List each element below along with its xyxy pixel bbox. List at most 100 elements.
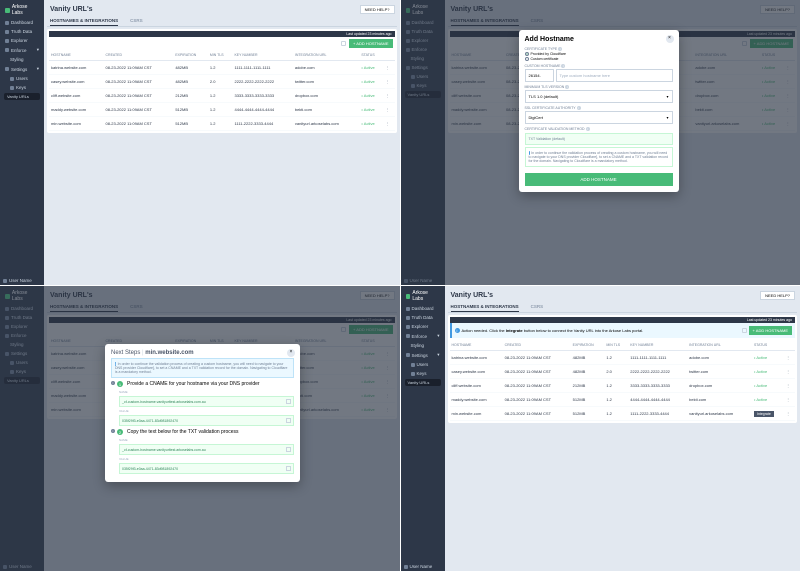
ca-label: SSL CERTIFICATE AUTHORITYi: [525, 106, 673, 110]
nav-enforce[interactable]: Enforce▾: [2, 45, 42, 55]
copy-button[interactable]: [286, 399, 291, 404]
nav-users[interactable]: Users: [2, 74, 42, 83]
hostname-prefix-input[interactable]: 26154.: [525, 69, 554, 82]
tls-label: MINIMUM TLS VERSIONi: [525, 85, 673, 89]
txt-name-box: _cf-custom-hostname.vanityurltest.arkose…: [119, 444, 294, 455]
row-menu-button[interactable]: ⋮: [383, 103, 394, 117]
table-row: maddy.website.com08-23-2022 11:09AM CST5…: [450, 393, 796, 407]
hostname-label: CUSTOM HOSTNAMEi: [525, 64, 673, 68]
row-menu-button[interactable]: ⋮: [784, 379, 795, 393]
copy-button[interactable]: [286, 418, 291, 423]
enforce-icon: [5, 48, 9, 52]
row-menu-button[interactable]: ⋮: [784, 407, 795, 421]
add-hostname-submit[interactable]: ADD HOSTNAME: [525, 173, 673, 186]
close-button[interactable]: ×: [287, 349, 295, 357]
modal-note: iIn order to continue the validation pro…: [525, 147, 673, 167]
status-badge: Active: [361, 93, 374, 98]
integrate-button[interactable]: Integrate: [754, 411, 774, 417]
row-menu-button[interactable]: ⋮: [383, 89, 394, 103]
info-icon[interactable]: i: [111, 429, 115, 433]
dashboard-icon: [5, 21, 9, 25]
info-icon[interactable]: i: [558, 47, 562, 51]
col-header: EXPIRATION: [571, 340, 605, 351]
hostnames-table: HOSTNAMECREATEDEXPIRATIONMIN TLSKEY NUMB…: [49, 50, 395, 131]
nav-keys[interactable]: Keys: [2, 83, 42, 92]
validation-value: TXT Validation (default): [525, 133, 673, 145]
status-badge: Active: [754, 369, 767, 374]
content-card: Last updated 23 minutes ago + ADD HOSTNA…: [47, 29, 397, 133]
cname-name-box: _cf-custom-hostname.vanityurltest.arkose…: [119, 396, 294, 407]
radio-icon: [525, 52, 529, 56]
key-icon: [10, 86, 14, 90]
copy-button[interactable]: [286, 447, 291, 452]
row-menu-button[interactable]: ⋮: [383, 75, 394, 89]
chevron-down-icon: ▾: [666, 115, 668, 120]
refresh-button[interactable]: [742, 328, 747, 333]
next-steps-modal: × Next Steps | min.website.com iIn order…: [105, 344, 300, 482]
close-button[interactable]: ×: [666, 35, 674, 43]
modal-title: Next Steps | min.website.com: [111, 350, 294, 356]
help-button[interactable]: NEED HELP?: [360, 5, 395, 14]
row-menu-button[interactable]: ⋮: [784, 351, 795, 365]
row-menu-button[interactable]: ⋮: [784, 365, 795, 379]
nav-explorer[interactable]: Explorer: [2, 36, 42, 45]
page-title: Vanity URL's: [47, 3, 397, 16]
col-header: EXPIRATION: [173, 50, 208, 61]
status-badge: Active: [754, 383, 767, 388]
intro-note: iIn order to continue the validation pro…: [111, 358, 294, 378]
name-label: NAME: [119, 390, 294, 394]
radio-icon: [525, 57, 529, 61]
users-icon: [10, 77, 14, 81]
nav-dashboard[interactable]: Dashboard: [2, 18, 42, 27]
action-banner: i Action needed. Click the Integrate but…: [450, 323, 796, 338]
tab-csrs[interactable]: CSRS: [130, 16, 143, 26]
modal-title: Add Hostname: [525, 36, 673, 43]
copy-button[interactable]: [286, 466, 291, 471]
status-badge: Active: [361, 65, 374, 70]
col-header: KEY NUMBER: [628, 340, 687, 351]
nav-styling[interactable]: Styling: [2, 55, 42, 64]
col-header: CREATED: [104, 50, 174, 61]
user-profile[interactable]: User Name: [3, 278, 32, 283]
col-header: MIN TLS: [604, 340, 628, 351]
tls-select[interactable]: TLS 1.0 (default)▾: [525, 90, 673, 103]
chevron-down-icon: ▾: [666, 94, 668, 99]
step-number-icon: 2: [117, 429, 123, 435]
value-label: VALUE: [119, 409, 294, 413]
radio-cloudflare[interactable]: Provided by Cloudflare: [525, 52, 673, 56]
logo: Arkose Labs: [2, 2, 42, 18]
row-menu-button[interactable]: ⋮: [383, 117, 394, 131]
avatar-icon: [3, 279, 7, 283]
step-1: i1Provide a CNAME for your hostname via …: [111, 381, 294, 387]
table-row: min.website.com08-23-2022 11:09AM CST512…: [450, 407, 796, 421]
status-badge: Active: [361, 107, 374, 112]
chevron-down-icon: ▾: [37, 66, 39, 72]
cert-type-label: CERTIFICATE TYPEi: [525, 47, 673, 51]
quadrant-steps-modal: Arkose Labs Dashboard Truth Data Explore…: [0, 286, 400, 571]
ca-select[interactable]: DigiCert▾: [525, 111, 673, 124]
col-header: HOSTNAME: [450, 340, 503, 351]
nav-settings[interactable]: Settings▾: [2, 64, 42, 74]
nav-truthdata[interactable]: Truth Data: [2, 27, 42, 36]
nav-vanity[interactable]: Vanity URLs: [4, 93, 40, 100]
info-icon: i: [455, 328, 460, 333]
col-header: STATUS: [752, 340, 784, 351]
explorer-icon: [5, 39, 9, 43]
add-hostname-button[interactable]: + ADD HOSTNAME: [349, 39, 392, 48]
table-row: casey.website.com08-23-2022 11:09AM CST4…: [49, 75, 395, 89]
col-header: INTEGRATION URL: [293, 50, 360, 61]
tab-hostnames[interactable]: HOSTNAMES & INTEGRATIONS: [50, 16, 118, 26]
validation-label: CERTIFICATE VALIDATION METHODi: [525, 127, 673, 131]
refresh-button[interactable]: [341, 41, 346, 46]
quadrant-table: Arkose Labs Dashboard Truth Data Explore…: [0, 0, 400, 285]
info-icon[interactable]: i: [111, 381, 115, 385]
row-menu-button[interactable]: ⋮: [383, 61, 394, 75]
gear-icon: [5, 67, 9, 71]
col-header: HOSTNAME: [49, 50, 104, 61]
data-icon: [5, 30, 9, 34]
hostname-input[interactable]: Type custom hostname here: [556, 69, 673, 82]
table-row: maddy.website.com08-23-2022 11:09AM CST5…: [49, 103, 395, 117]
add-hostname-button[interactable]: + ADD HOSTNAME: [749, 326, 792, 335]
row-menu-button[interactable]: ⋮: [784, 393, 795, 407]
radio-custom[interactable]: Custom certificate: [525, 57, 673, 61]
